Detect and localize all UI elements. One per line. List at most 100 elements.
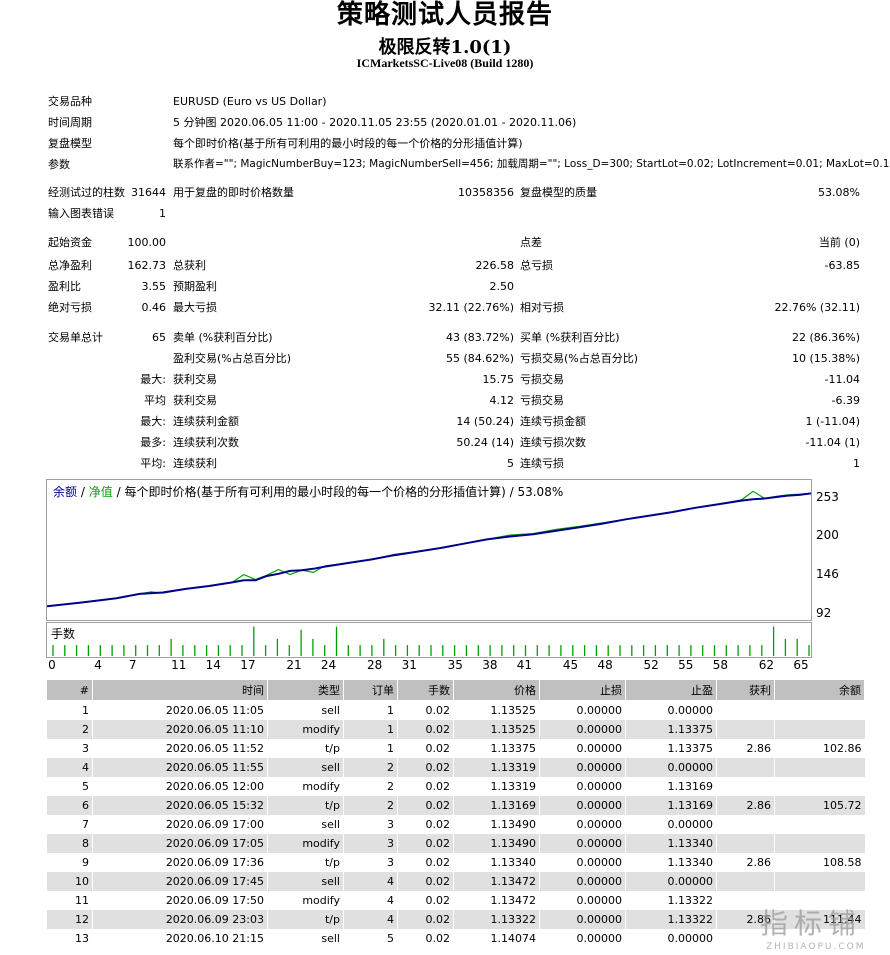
- table-cell: modify: [267, 777, 344, 796]
- table-cell: 2.86: [716, 796, 775, 815]
- grossprofit-label: 总获利: [173, 259, 206, 272]
- table-cell: 1.13340: [625, 834, 717, 853]
- table-cell: 2: [343, 758, 398, 777]
- maxconsprofit-loss-label: 连续亏损次数: [520, 436, 586, 449]
- trades-value: 65: [152, 331, 166, 344]
- table-cell: [716, 758, 775, 777]
- average-loss-label: 亏损交易: [520, 394, 564, 407]
- largest-profit-value: 15.75: [482, 373, 515, 386]
- table-cell: 1.13322: [625, 910, 717, 929]
- profit-trades-value: 55 (84.62%): [445, 352, 514, 365]
- x-tick-label: 4: [94, 658, 102, 672]
- long-label: 买单 (%获利百分比): [520, 331, 620, 344]
- y-tick-label: 92: [816, 606, 832, 620]
- table-cell: 2020.06.10 21:15: [92, 929, 268, 948]
- loss-trades-value: 10 (15.38%): [791, 352, 860, 365]
- maxcons-loss-value: 1 (-11.04): [805, 415, 860, 428]
- table-cell: 0.00000: [539, 853, 626, 872]
- x-tick-label: 58: [712, 658, 728, 672]
- orders-column-header: 获利: [716, 679, 775, 701]
- table-cell: 0.02: [397, 739, 454, 758]
- table-row: 10 2020.06.09 17:45 sell 4 0.02 1.13472 0.0000…: [46, 872, 865, 891]
- table-cell: 1.13169: [453, 796, 540, 815]
- table-cell: 3: [46, 739, 93, 758]
- orders-column-header: #: [46, 679, 93, 701]
- table-cell: sell: [267, 929, 344, 948]
- y-tick-label: 146: [816, 567, 839, 582]
- table-cell: 1: [46, 700, 93, 720]
- quality-label: 复盘模型的质量: [520, 186, 597, 199]
- x-tick-label: 21: [286, 658, 302, 672]
- table-cell: 102.86: [774, 739, 865, 758]
- maxconsprofit-win-value: 50.24 (14): [456, 436, 514, 449]
- maxconsprofit-win-label: 连续获利次数: [173, 436, 239, 449]
- table-cell: 1.13340: [625, 853, 717, 872]
- x-tick-label: 14: [205, 658, 221, 672]
- orders-column-header: 类型: [267, 679, 344, 701]
- table-cell: 0.00000: [539, 796, 626, 815]
- orders-header-row: # 时间 类型 订单 手数 价格 止损 止盈 获利 余额: [46, 679, 865, 701]
- table-cell: 0.00000: [539, 739, 626, 758]
- x-tick-label: 11: [171, 658, 187, 672]
- x-tick-label: 45: [562, 658, 579, 672]
- table-cell: 1.13472: [453, 891, 540, 910]
- maxcons-win-value: 14 (50.24): [456, 415, 514, 428]
- table-cell: modify: [267, 891, 344, 910]
- table-cell: 2.86: [716, 739, 775, 758]
- avgcons-loss-value: 1: [853, 457, 860, 470]
- table-cell: 0.02: [397, 720, 454, 739]
- grossloss-value: -63.85: [824, 259, 860, 272]
- params-label: 参数: [48, 158, 70, 171]
- balance-chart: 余额 / 净值 / 每个即时价格(基于所有可利用的最小时段的每一个价格的分形插值…: [46, 479, 812, 621]
- table-cell: 0.00000: [539, 872, 626, 891]
- expected-label: 预期盈利: [173, 280, 217, 293]
- short-label: 卖单 (%获利百分比): [173, 331, 273, 344]
- table-cell: 1.13490: [453, 815, 540, 834]
- chart-legend: 余额 / 净值 / 每个即时价格(基于所有可利用的最小时段的每一个价格的分形插值…: [53, 483, 563, 500]
- ticks-label: 用于复盘的即时价格数量: [173, 186, 294, 199]
- table-cell: 13: [46, 929, 93, 948]
- table-cell: 0.00000: [625, 700, 717, 720]
- table-cell: 1.13375: [453, 739, 540, 758]
- legend-equity: 净值: [88, 485, 113, 499]
- x-tick-label: 65: [793, 658, 809, 672]
- avgcons-win-value: 5: [507, 457, 514, 470]
- table-cell: [716, 872, 775, 891]
- absdd-value: 0.46: [141, 301, 167, 314]
- table-row: 12 2020.06.09 23:03 t/p 4 0.02 1.13322 0.00000…: [46, 910, 865, 929]
- table-cell: 0.00000: [539, 910, 626, 929]
- table-cell: 0.02: [397, 853, 454, 872]
- legend-sep: /: [80, 485, 85, 499]
- table-cell: 0.00000: [539, 815, 626, 834]
- trades-label: 交易单总计: [48, 331, 103, 344]
- table-cell: 1.13375: [625, 739, 717, 758]
- table-cell: 2: [46, 720, 93, 739]
- x-tick-label: 0: [48, 658, 56, 672]
- avgcons-loss-label: 连续亏损: [520, 457, 564, 470]
- balance-line: [47, 492, 811, 608]
- table-cell: 0.02: [397, 777, 454, 796]
- table-cell: 0.02: [397, 700, 454, 720]
- profit-trades-label: 盈利交易(%占总百分比): [173, 352, 292, 365]
- maxconsprofit-loss-value: -11.04 (1): [805, 436, 860, 449]
- table-cell: 1: [343, 700, 398, 720]
- table-cell: [716, 720, 775, 739]
- table-cell: 2020.06.09 17:45: [92, 872, 268, 891]
- maxcons-label: 最大:: [140, 415, 166, 428]
- server-name: ICMarketsSC-Live08 (Build 1280): [356, 56, 534, 70]
- balance-chart-plot: [47, 490, 811, 608]
- table-cell: 1.13322: [453, 910, 540, 929]
- table-cell: sell: [267, 758, 344, 777]
- maxconsprofit-label: 最多:: [140, 436, 166, 449]
- pf-value: 3.55: [141, 280, 167, 293]
- table-cell: 3: [343, 834, 398, 853]
- legend-sep2: /: [116, 485, 121, 499]
- table-cell: 5: [46, 777, 93, 796]
- table-cell: 2020.06.09 17:36: [92, 853, 268, 872]
- table-cell: 1.13525: [453, 700, 540, 720]
- table-cell: 4: [343, 872, 398, 891]
- legend-balance: 余额: [53, 485, 78, 499]
- x-tick-label: 28: [367, 658, 383, 672]
- table-cell: 0.00000: [539, 758, 626, 777]
- table-row: 1 2020.06.05 11:05 sell 1 0.02 1.13525 0.00000…: [46, 700, 865, 720]
